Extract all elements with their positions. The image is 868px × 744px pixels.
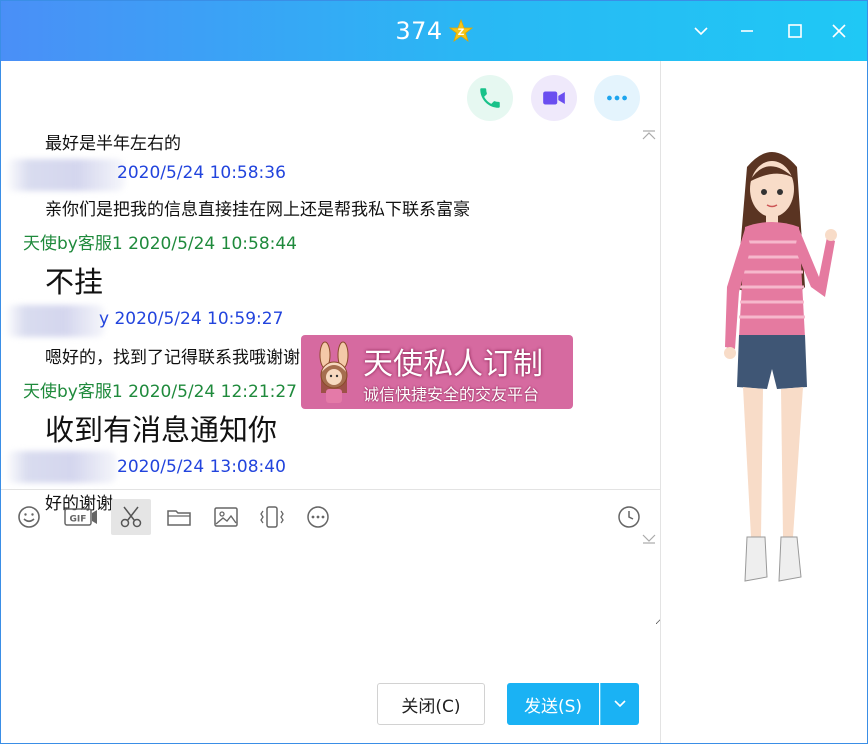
message-time: 2020/5/24 10:58:36 <box>117 163 286 183</box>
sender-name: 天使by客服1 <box>23 234 123 254</box>
svg-text:Z: Z <box>457 28 464 38</box>
chat-window: 374 Z 最好是半年左右的 2020/5/24 10:58:36 亲你们是把我… <box>0 0 868 744</box>
send-file-button[interactable] <box>159 499 199 535</box>
redacted-sender <box>5 305 105 337</box>
bunny-girl-logo-icon <box>319 341 349 403</box>
message-meta: 2020/5/24 10:58:36 <box>117 163 286 183</box>
close-icon[interactable] <box>823 15 855 47</box>
message-meta: 2020/5/24 13:08:40 <box>117 457 286 477</box>
folder-icon <box>167 510 191 526</box>
more-dots-icon <box>607 95 627 101</box>
message-text: 最好是半年左右的 <box>45 134 181 154</box>
send-options-button[interactable] <box>600 683 639 725</box>
svg-text:GIF: GIF <box>70 515 87 525</box>
sender-name: 天使by客服1 <box>23 382 123 402</box>
message-time: 2020/5/24 12:21:27 <box>128 382 297 402</box>
watermark-subtitle: 诚信快捷安全的交友平台 <box>363 385 540 404</box>
close-button[interactable]: 关闭(C) <box>377 683 485 725</box>
message-time: 2020/5/24 10:58:44 <box>128 234 297 254</box>
chat-pane: 最好是半年左右的 2020/5/24 10:58:36 亲你们是把我的信息直接挂… <box>1 61 664 743</box>
emoji-button[interactable] <box>9 499 49 535</box>
message-meta: y 2020/5/24 10:59:27 <box>99 309 283 329</box>
message-time: 2020/5/24 10:59:27 <box>114 309 284 329</box>
message-meta: 天使by客服1 2020/5/24 10:58:44 <box>23 229 297 254</box>
window-title: 374 <box>395 17 443 45</box>
scroll-up-icon[interactable] <box>641 129 657 141</box>
minimize-icon[interactable] <box>731 15 763 47</box>
watermark-title: 天使私人订制 <box>363 347 543 382</box>
avatar-show-pane <box>661 61 867 743</box>
gif-button[interactable]: GIF <box>59 499 103 535</box>
redacted-sender <box>5 451 117 483</box>
send-button[interactable]: 发送(S) <box>507 683 599 725</box>
maximize-icon[interactable] <box>779 15 811 47</box>
message-text: 嗯好的，找到了记得联系我哦谢谢 <box>45 348 300 368</box>
smiley-icon <box>18 506 40 528</box>
voice-call-button[interactable] <box>467 75 513 121</box>
video-call-button[interactable] <box>531 75 577 121</box>
redacted-sender <box>5 159 125 191</box>
input-divider <box>1 489 660 490</box>
message-input[interactable] <box>1 541 664 625</box>
gif-icon: GIF <box>64 508 97 526</box>
message-text-large: 收到有消息通知你 <box>45 413 278 447</box>
shake-button[interactable] <box>252 499 292 535</box>
more-circle-icon <box>307 506 329 528</box>
more-options-button[interactable] <box>594 75 640 121</box>
input-toolbar: GIF <box>1 497 660 537</box>
video-camera-icon <box>543 91 565 105</box>
avatar-figure-icon <box>724 152 837 582</box>
screenshot-button[interactable] <box>111 499 151 535</box>
message-time: 2020/5/24 13:08:40 <box>117 457 286 477</box>
chevron-down-icon <box>614 700 626 708</box>
message-text-large: 不挂 <box>45 265 104 299</box>
more-tools-button[interactable] <box>298 499 338 535</box>
message-text: 亲你们是把我的信息直接挂在网上还是帮我私下联系富豪 <box>45 200 470 220</box>
clock-icon <box>618 506 640 528</box>
chevron-down-icon[interactable] <box>685 15 717 47</box>
phone-icon <box>480 88 500 108</box>
history-button[interactable] <box>609 499 649 535</box>
image-icon <box>214 507 238 527</box>
sender-name: y <box>99 309 110 329</box>
vip-star-icon: Z <box>448 19 473 43</box>
send-image-button[interactable] <box>206 499 246 535</box>
scissors-icon <box>120 506 142 528</box>
phone-shake-icon <box>260 506 284 528</box>
message-meta: 天使by客服1 2020/5/24 12:21:27 <box>23 377 297 402</box>
watermark-banner: 天使私人订制 诚信快捷安全的交友平台 <box>301 335 573 409</box>
title-bar[interactable]: 374 Z <box>1 1 867 61</box>
